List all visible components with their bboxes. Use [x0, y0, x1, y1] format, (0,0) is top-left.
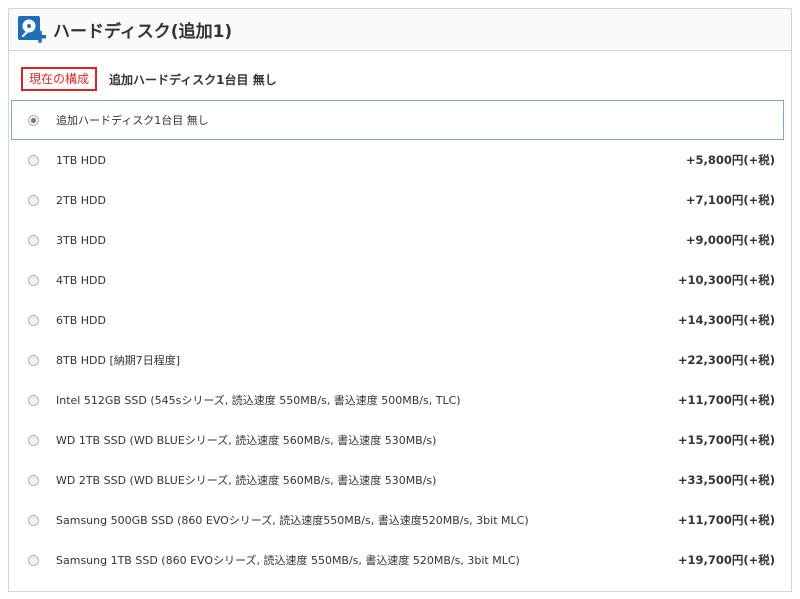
option-price: +33,500円(+税)	[677, 473, 775, 487]
option-list: 追加ハードディスク1台目 無し 1TB HDD +5,800円(+税) 2TB HDD…	[11, 100, 784, 580]
option-label: 1TB HDD	[56, 153, 106, 167]
option-price: +9,000円(+税)	[685, 233, 775, 247]
option-label: Samsung 500GB SSD (860 EVOシリーズ, 読込速度550M…	[56, 514, 529, 527]
option-row[interactable]: 6TB HDD +14,300円(+税)	[11, 300, 784, 340]
option-radio[interactable]	[28, 514, 39, 526]
option-label: 6TB HDD	[56, 313, 106, 327]
option-row[interactable]: WD 2TB SSD (WD BLUEシリーズ, 読込速度 560MB/s, 書…	[11, 460, 784, 500]
option-price: +14,300円(+税)	[677, 313, 775, 327]
option-radio[interactable]	[28, 314, 39, 326]
option-row[interactable]: WD 1TB SSD (WD BLUEシリーズ, 読込速度 560MB/s, 書…	[11, 420, 784, 460]
current-config: 現在の構成 追加ハードディスク1台目 無し	[9, 51, 791, 107]
option-row[interactable]: Samsung 1TB SSD (860 EVOシリーズ, 読込速度 550MB…	[11, 540, 784, 580]
option-radio[interactable]	[28, 114, 39, 126]
option-row[interactable]: 追加ハードディスク1台目 無し	[11, 100, 784, 140]
option-radio[interactable]	[28, 154, 39, 166]
option-label: Samsung 1TB SSD (860 EVOシリーズ, 読込速度 550MB…	[56, 554, 520, 567]
option-price: +7,100円(+税)	[685, 193, 775, 207]
option-price: +19,700円(+税)	[677, 553, 775, 567]
option-radio[interactable]	[28, 394, 39, 406]
option-label: WD 1TB SSD (WD BLUEシリーズ, 読込速度 560MB/s, 書…	[56, 434, 437, 447]
option-row[interactable]: 8TB HDD [納期7日程度] +22,300円(+税)	[11, 340, 784, 380]
option-price: +22,300円(+税)	[677, 353, 775, 367]
option-label: Intel 512GB SSD (545sシリーズ, 読込速度 550MB/s,…	[56, 394, 461, 407]
option-price: +10,300円(+税)	[677, 273, 775, 287]
option-label: 追加ハードディスク1台目 無し	[56, 114, 209, 127]
option-radio[interactable]	[28, 474, 39, 486]
option-row[interactable]: 2TB HDD +7,100円(+税)	[11, 180, 784, 220]
option-price: +5,800円(+税)	[685, 153, 775, 167]
option-label: 2TB HDD	[56, 193, 106, 207]
option-label: 4TB HDD	[56, 273, 106, 287]
option-row[interactable]: Intel 512GB SSD (545sシリーズ, 読込速度 550MB/s,…	[11, 380, 784, 420]
option-radio[interactable]	[28, 274, 39, 286]
option-label: 3TB HDD	[56, 233, 106, 247]
option-label: 8TB HDD [納期7日程度]	[56, 354, 181, 367]
option-radio[interactable]	[28, 354, 39, 366]
option-row[interactable]: 1TB HDD +5,800円(+税)	[11, 140, 784, 180]
option-price: +11,700円(+税)	[677, 393, 775, 407]
option-price: +15,700円(+税)	[677, 433, 775, 447]
option-radio[interactable]	[28, 434, 39, 446]
current-config-value: 追加ハードディスク1台目 無し	[109, 72, 277, 87]
option-radio[interactable]	[28, 554, 39, 566]
panel-header: ハードディスク(追加1)	[9, 9, 791, 51]
panel-title: ハードディスク(追加1)	[53, 22, 233, 42]
option-row[interactable]: 4TB HDD +10,300円(+税)	[11, 260, 784, 300]
option-radio[interactable]	[28, 234, 39, 246]
option-price: +11,700円(+税)	[677, 513, 775, 527]
current-config-badge: 現在の構成	[21, 67, 98, 91]
hdd-add-icon	[18, 15, 46, 43]
option-radio[interactable]	[28, 194, 39, 206]
option-label: WD 2TB SSD (WD BLUEシリーズ, 読込速度 560MB/s, 書…	[56, 474, 437, 487]
option-row[interactable]: Samsung 500GB SSD (860 EVOシリーズ, 読込速度550M…	[11, 500, 784, 540]
option-row[interactable]: 3TB HDD +9,000円(+税)	[11, 220, 784, 260]
